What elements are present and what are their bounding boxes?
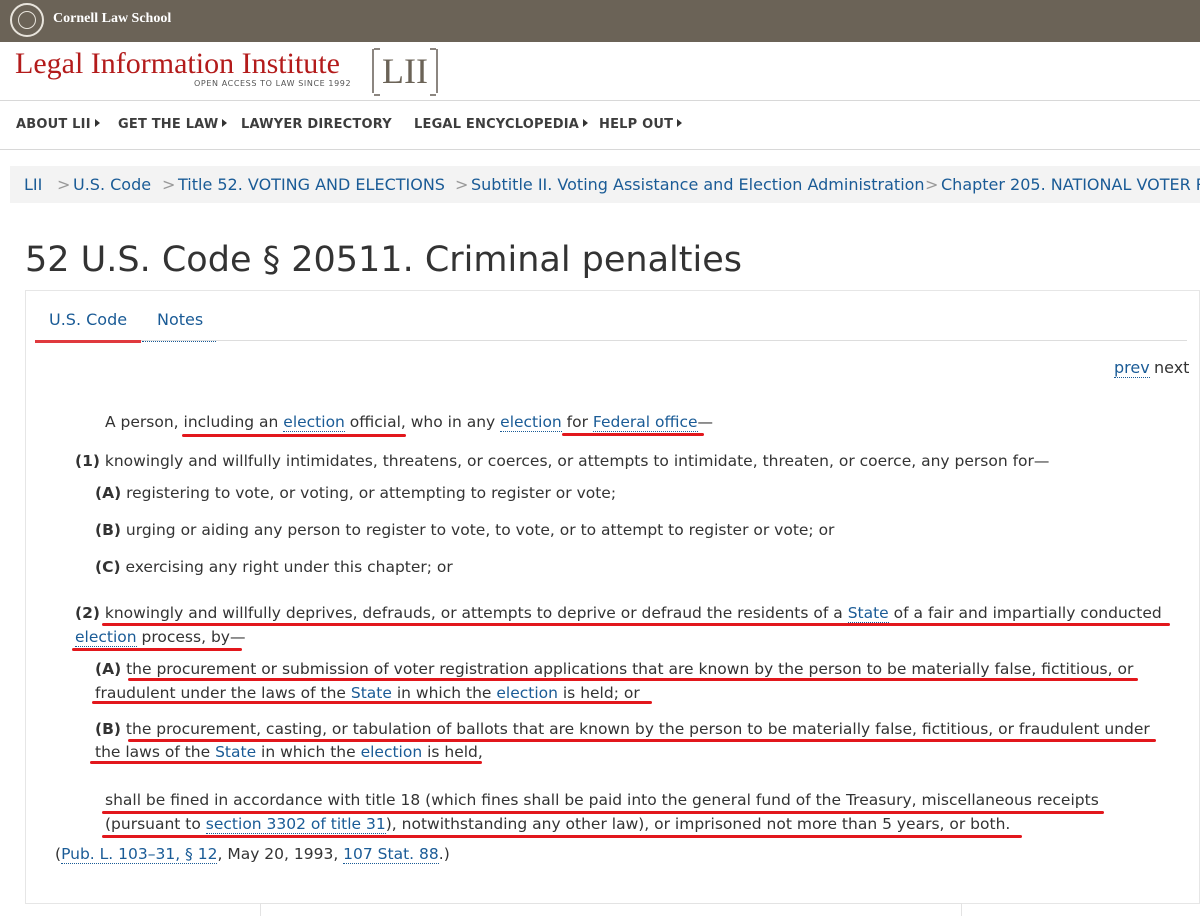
cornell-seal-icon[interactable] — [10, 3, 44, 37]
paragraph-1: (1) knowingly and willfully intimidates,… — [75, 452, 1050, 470]
link-election[interactable]: election — [500, 413, 562, 432]
closing-line2: (pursuant to section 3302 of title 31), … — [105, 815, 1011, 834]
link-federal-office[interactable]: Federal office — [592, 413, 698, 432]
intro-paragraph: A person, including an election official… — [105, 413, 714, 432]
divider — [0, 100, 1200, 101]
breadcrumb-sep: > — [57, 175, 71, 194]
paragraph-1a: (A) registering to vote, or voting, or a… — [95, 484, 617, 502]
link-pub-l[interactable]: Pub. L. 103–31, § 12 — [61, 845, 218, 864]
annotation-underline — [90, 761, 482, 764]
site-tagline: OPEN ACCESS TO LAW SINCE 1992 — [194, 79, 352, 88]
paragraph-2a-line2: fraudulent under the laws of the State i… — [95, 684, 640, 703]
next-label: next — [1154, 358, 1190, 377]
paragraph-2-line1: (2) knowingly and willfully deprives, de… — [75, 604, 1162, 623]
cornell-topbar: Cornell Law School — [0, 0, 1200, 42]
caret-right-icon — [583, 119, 589, 127]
annotation-underline — [182, 434, 406, 437]
nav-get-the-law[interactable]: GET THE LAW — [118, 117, 228, 132]
tab-notes[interactable]: Notes — [157, 310, 203, 329]
link-state[interactable]: State — [215, 743, 257, 762]
annotation-underline — [72, 648, 242, 651]
caret-right-icon — [677, 119, 683, 127]
page-title: 52 U.S. Code § 20511. Criminal penalties — [25, 240, 742, 280]
next-section-card — [260, 903, 962, 916]
prev-link[interactable]: prev — [1114, 358, 1150, 378]
nav-lawyer-directory[interactable]: LAWYER DIRECTORY — [241, 117, 392, 132]
annotation-underline — [102, 623, 1170, 626]
breadcrumb-lii[interactable]: LII — [24, 175, 42, 194]
tab-notes-underline — [142, 341, 216, 342]
link-stat[interactable]: 107 Stat. 88 — [343, 845, 439, 864]
caret-right-icon — [222, 119, 228, 127]
tab-us-code[interactable]: U.S. Code — [49, 310, 127, 329]
link-section-3302[interactable]: section 3302 of title 31 — [205, 815, 386, 834]
nav-about-lii[interactable]: ABOUT LII — [16, 117, 100, 132]
paragraph-2b-line1: (B) the procurement, casting, or tabulat… — [95, 720, 1150, 738]
breadcrumb-sep: > — [925, 175, 939, 194]
breadcrumb-sep: > — [455, 175, 469, 194]
annotation-underline — [92, 701, 652, 704]
annotation-underline — [102, 811, 1104, 814]
link-state[interactable]: State — [847, 604, 889, 623]
annotation-underline — [128, 678, 1138, 681]
breadcrumb: LII > U.S. Code > Title 52. VOTING AND E… — [10, 166, 1200, 203]
active-tab-indicator — [35, 340, 141, 343]
lii-logo[interactable]: LII — [372, 48, 438, 96]
paragraph-2a-line1: (A) the procurement or submission of vot… — [95, 660, 1134, 678]
paragraph-2b-line2: the laws of the State in which the elect… — [95, 743, 483, 762]
link-election[interactable]: election — [360, 743, 423, 762]
breadcrumb-subtitle-ii[interactable]: Subtitle II. Voting Assistance and Elect… — [471, 175, 925, 194]
nav-help-out[interactable]: HELP OUT — [599, 117, 683, 132]
breadcrumb-us-code[interactable]: U.S. Code — [73, 175, 151, 194]
source-credit: (Pub. L. 103–31, § 12, May 20, 1993, 107… — [55, 845, 450, 864]
divider — [0, 149, 1200, 150]
breadcrumb-sep: > — [162, 175, 176, 194]
closing-line1: shall be fined in accordance with title … — [105, 791, 1099, 809]
link-election[interactable]: election — [283, 413, 345, 432]
site-title[interactable]: Legal Information Institute — [15, 46, 340, 82]
breadcrumb-chapter-205[interactable]: Chapter 205. NATIONAL VOTER R — [941, 175, 1200, 194]
breadcrumb-title-52[interactable]: Title 52. VOTING AND ELECTIONS — [178, 175, 445, 194]
caret-right-icon — [94, 119, 100, 127]
annotation-underline — [128, 739, 1156, 742]
paragraph-1b: (B) urging or aiding any person to regis… — [95, 521, 835, 539]
paragraph-1c: (C) exercising any right under this chap… — [95, 558, 453, 576]
paragraph-2-line2: election process, by— — [75, 628, 246, 647]
annotation-underline — [102, 835, 1022, 838]
annotation-underline — [562, 433, 704, 436]
link-election[interactable]: election — [75, 628, 137, 647]
nav-legal-encyclopedia[interactable]: LEGAL ENCYCLOPEDIA — [414, 117, 589, 132]
school-name[interactable]: Cornell Law School — [53, 11, 171, 27]
